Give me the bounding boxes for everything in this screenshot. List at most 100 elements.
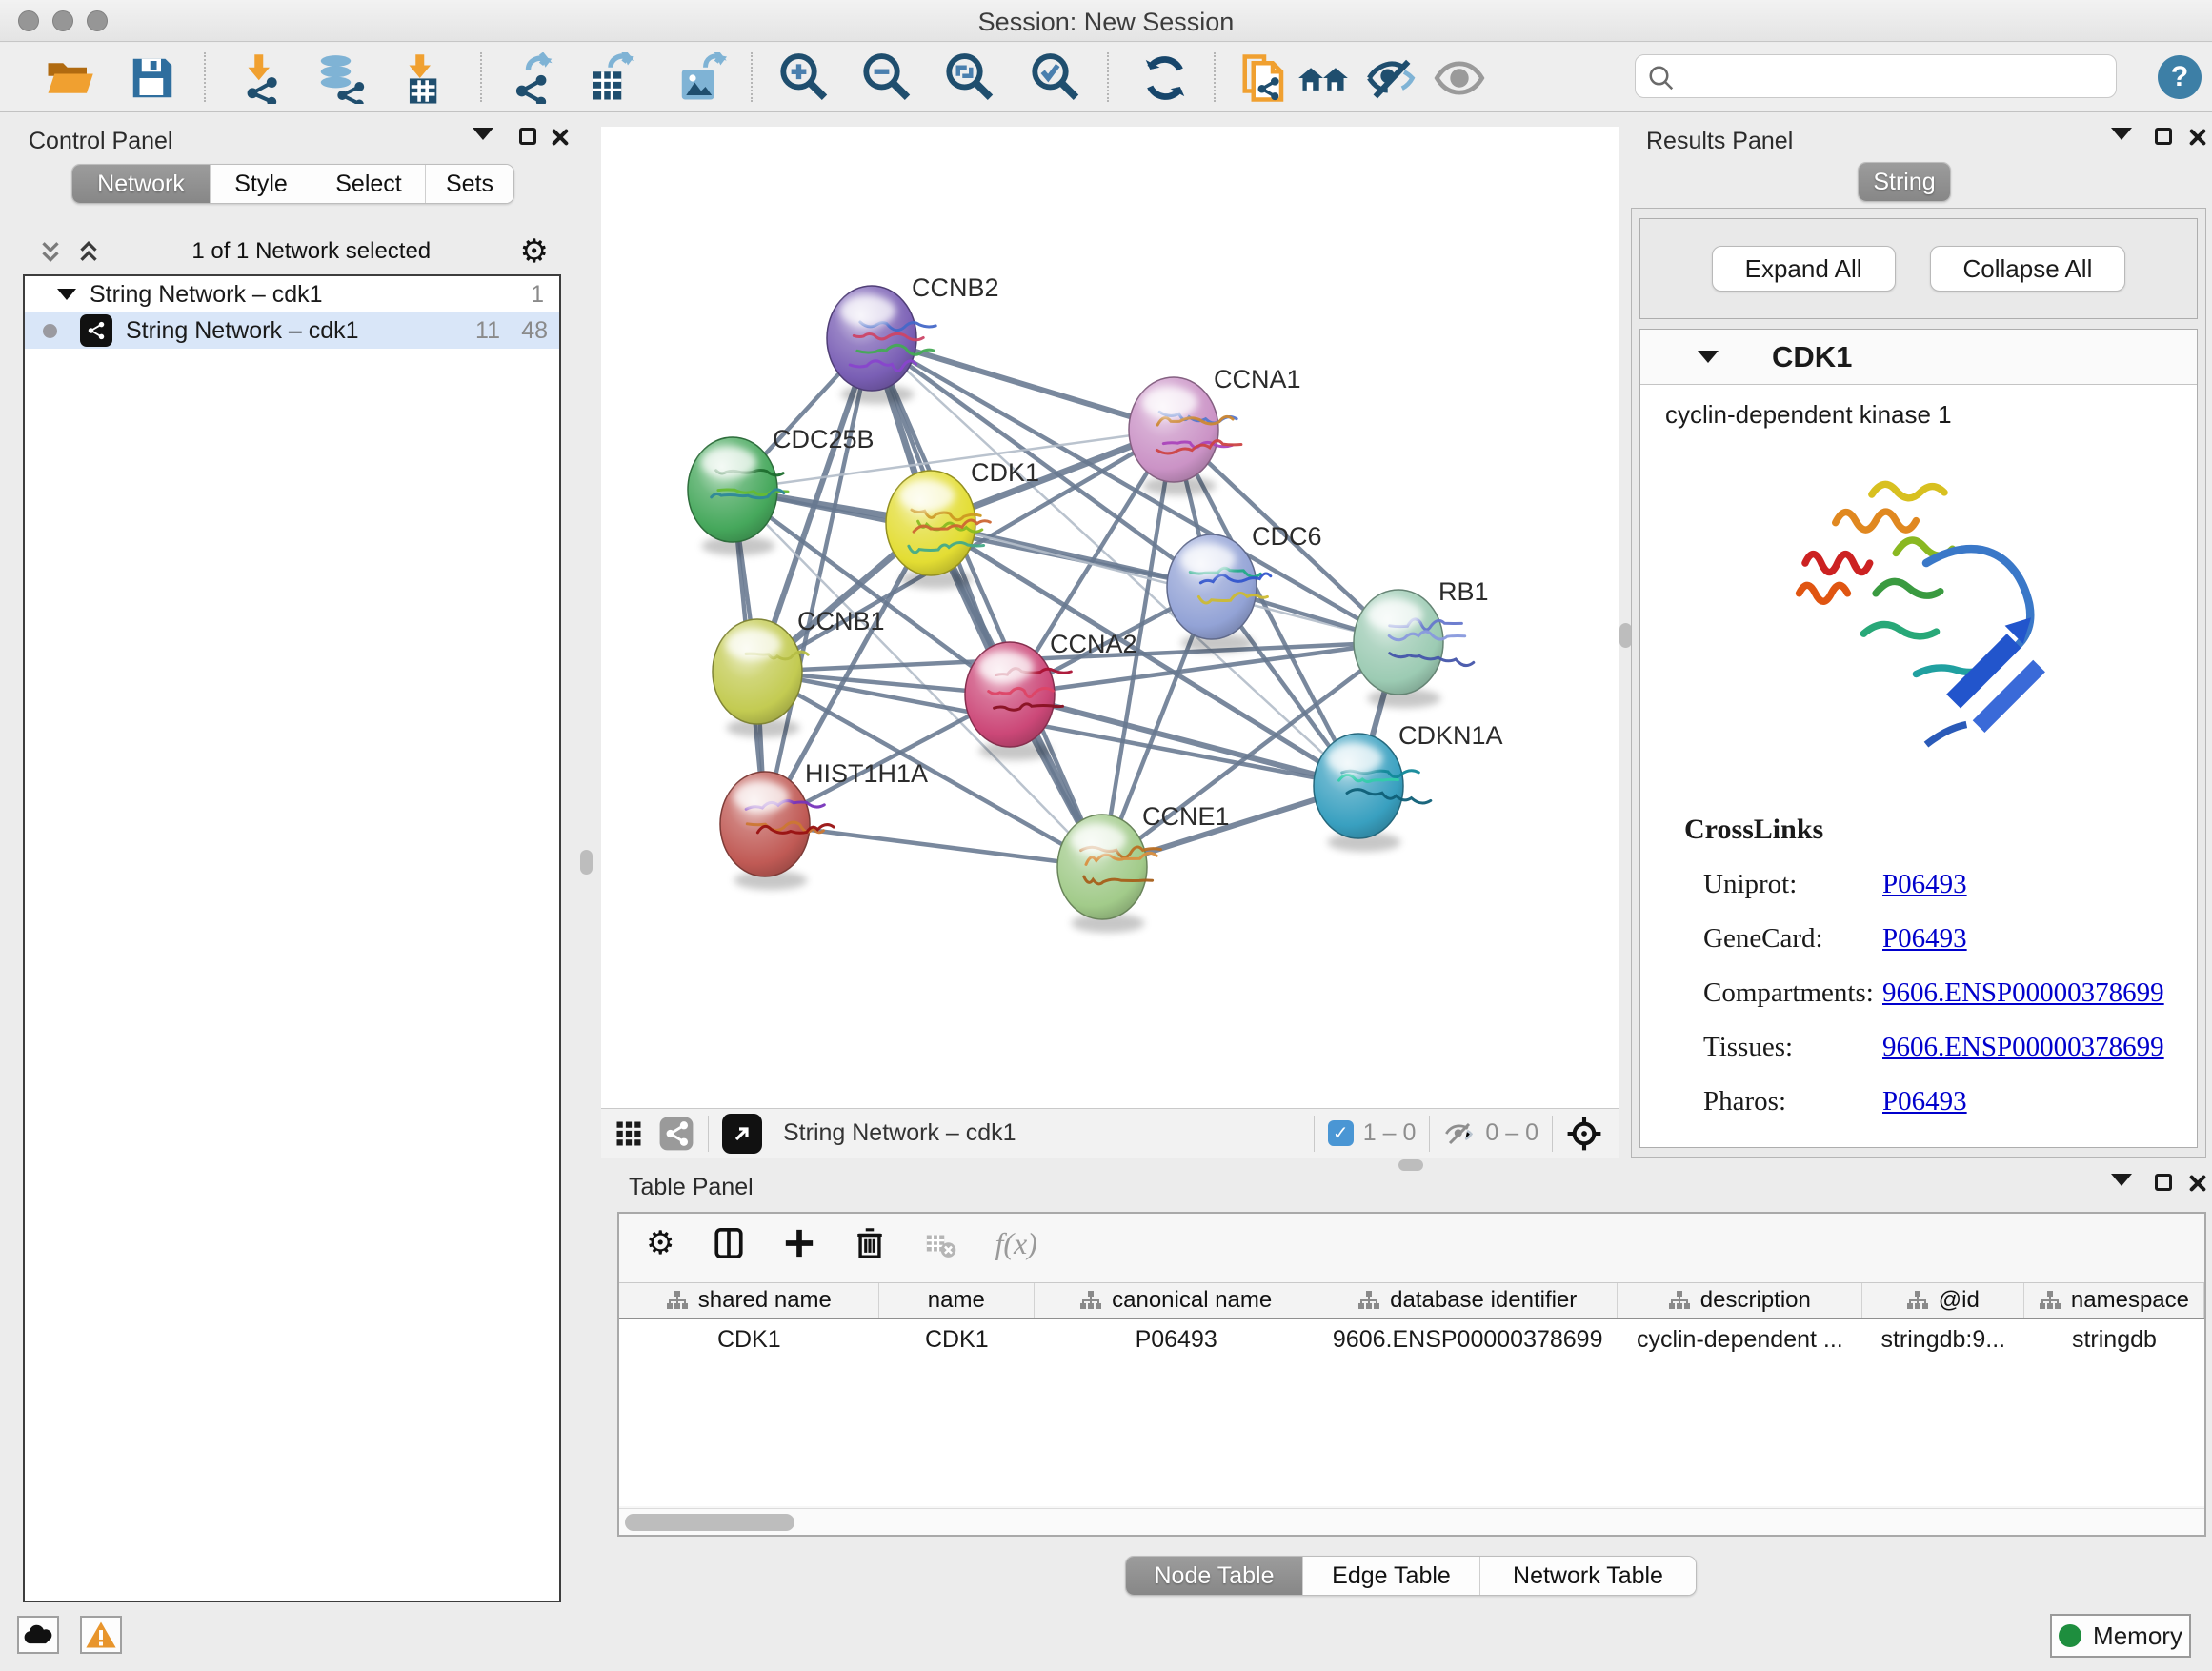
table-cell[interactable]: CDK1 [619,1319,879,1359]
network-collection-row[interactable]: String Network – cdk1 1 [25,276,559,312]
network-node-CCNA1[interactable]: CCNA1 [1129,365,1301,495]
open-session-icon[interactable] [42,50,97,106]
table-panel-collapse-icon[interactable] [2111,1174,2132,1186]
crosslink-link[interactable]: P06493 [1882,1086,1967,1117]
import-network-file-icon[interactable] [233,50,289,106]
warning-status-button[interactable] [80,1616,122,1654]
show-columns-icon[interactable] [713,1227,745,1259]
home-neighbors-icon[interactable] [1296,50,1351,106]
detach-view-icon[interactable] [722,1114,762,1154]
control-panel-collapse-icon[interactable] [473,128,493,140]
export-table-icon[interactable] [583,50,638,106]
table-cell[interactable]: stringdb [2024,1319,2204,1359]
table-panel-close-icon[interactable] [2188,1174,2207,1193]
show-all-icon[interactable] [1432,50,1487,106]
crosslink-row: Compartments:9606.ENSP00000378699 [1684,977,2180,1009]
network-view-icon[interactable] [658,1116,694,1152]
table-cell[interactable]: CDK1 [879,1319,1035,1359]
tab-string[interactable]: String [1859,163,1950,201]
network-node-HIST1H1A[interactable]: HIST1H1A [720,759,928,890]
column-header-database-identifier[interactable]: database identifier [1317,1283,1617,1318]
results-panel-title: Results Panel [1646,128,1793,155]
zoom-in-icon[interactable] [775,50,831,106]
column-header-name[interactable]: name [879,1283,1035,1318]
network-node-RB1[interactable]: RB1 [1354,577,1489,708]
expand-all-button[interactable]: Expand All [1712,246,1896,292]
function-builder-icon[interactable]: f(x) [995,1226,1036,1261]
results-panel-float-icon[interactable] [2155,128,2172,145]
tab-edge-table[interactable]: Edge Table [1303,1557,1480,1595]
collection-expand-icon[interactable] [57,289,76,300]
column-header-namespace[interactable]: namespace [2024,1283,2204,1318]
delete-column-icon[interactable] [854,1227,886,1259]
save-session-icon[interactable] [125,50,180,106]
collapse-all-icon[interactable] [74,237,103,266]
control-panel-float-icon[interactable] [519,128,536,145]
grid-view-icon[interactable] [614,1119,643,1148]
table-cell[interactable]: stringdb:9... [1862,1319,2024,1359]
results-panel-close-icon[interactable] [2188,128,2207,147]
table-cell[interactable]: 9606.ENSP00000378699 [1317,1319,1617,1359]
selected-count-checkbox-icon[interactable]: ✓ [1328,1120,1354,1146]
results-panel: Results Panel String Expand All Collapse… [1631,124,2206,1158]
memory-button[interactable]: Memory [2050,1614,2191,1658]
network-node-CDKN1A[interactable]: CDKN1A [1314,721,1503,852]
column-header-@id[interactable]: @id [1862,1283,2024,1318]
column-header-description[interactable]: description [1618,1283,1862,1318]
delete-table-icon[interactable] [924,1227,956,1259]
import-network-database-icon[interactable] [312,50,368,106]
table-cell[interactable]: cyclin-dependent ... [1618,1319,1862,1359]
network-edge-CCNB2-CCNA1[interactable] [872,338,1174,430]
table-row[interactable]: CDK1CDK1P064939606.ENSP00000378699cyclin… [619,1319,2204,1359]
copy-network-icon[interactable] [1237,50,1292,106]
help-icon[interactable]: ? [2158,55,2202,99]
tab-network[interactable]: Network [72,165,211,203]
crosslink-label: GeneCard: [1684,923,1882,955]
birdseye-view-icon[interactable] [1566,1116,1602,1152]
column-header-shared-name[interactable]: shared name [619,1283,879,1318]
zoom-out-icon[interactable] [858,50,914,106]
tab-style[interactable]: Style [211,165,312,203]
zoom-fit-icon[interactable] [941,50,996,106]
crosslink-link[interactable]: P06493 [1882,869,1967,900]
tab-select[interactable]: Select [312,165,426,203]
hidden-count-eye-icon[interactable] [1443,1119,1476,1148]
export-image-icon[interactable] [674,50,729,106]
selected-count: 1 – 0 [1363,1119,1417,1147]
control-panel-close-icon[interactable] [551,128,570,147]
network-row[interactable]: String Network – cdk1 11 48 [25,312,559,349]
tab-sets[interactable]: Sets [426,165,513,203]
add-column-icon[interactable] [783,1227,815,1259]
crosslink-link[interactable]: 9606.ENSP00000378699 [1882,977,2164,1009]
table-hscrollbar[interactable] [619,1508,2204,1535]
results-panel-collapse-icon[interactable] [2111,128,2132,140]
section-collapse-icon[interactable] [1698,351,1719,363]
import-table-file-icon[interactable] [394,50,450,106]
crosslink-link[interactable]: P06493 [1882,923,1967,955]
left-splitter-handle[interactable] [580,850,593,875]
collapse-all-button[interactable]: Collapse All [1930,246,2126,292]
network-canvas[interactable]: CCNB2CCNA1CDC25BCDK1CDC6RB1CCNB1CCNA2CDK… [601,127,1619,1108]
refresh-view-icon[interactable] [1137,50,1193,106]
table-options-gear-icon[interactable]: ⚙ [646,1227,674,1259]
tab-network-table[interactable]: Network Table [1480,1557,1696,1595]
column-header-canonical-name[interactable]: canonical name [1035,1283,1318,1318]
network-edge-CDK1-RB1[interactable] [931,523,1398,642]
hide-selected-icon[interactable] [1364,50,1419,106]
table-panel-float-icon[interactable] [2155,1174,2172,1191]
network-options-gear-icon[interactable]: ⚙ [520,235,549,268]
network-node-CCNB2[interactable]: CCNB2 [827,273,999,404]
search-input[interactable] [1685,59,2104,93]
crosslink-link[interactable]: 9606.ENSP00000378699 [1882,1032,2164,1063]
network-node-CDC25B[interactable]: CDC25B [688,425,875,555]
table-hscrollbar-thumb[interactable] [625,1514,794,1531]
expand-all-icon[interactable] [36,237,65,266]
table-cell[interactable]: P06493 [1035,1319,1318,1359]
network-node-CCNE1[interactable]: CCNE1 [1057,802,1230,933]
node-details-header[interactable]: CDK1 [1640,330,2197,385]
tab-node-table[interactable]: Node Table [1126,1557,1303,1595]
cloud-status-button[interactable] [17,1616,59,1654]
zoom-selected-icon[interactable] [1027,50,1082,106]
network-node-CCNB1[interactable]: CCNB1 [713,607,885,737]
export-network-icon[interactable] [505,50,560,106]
